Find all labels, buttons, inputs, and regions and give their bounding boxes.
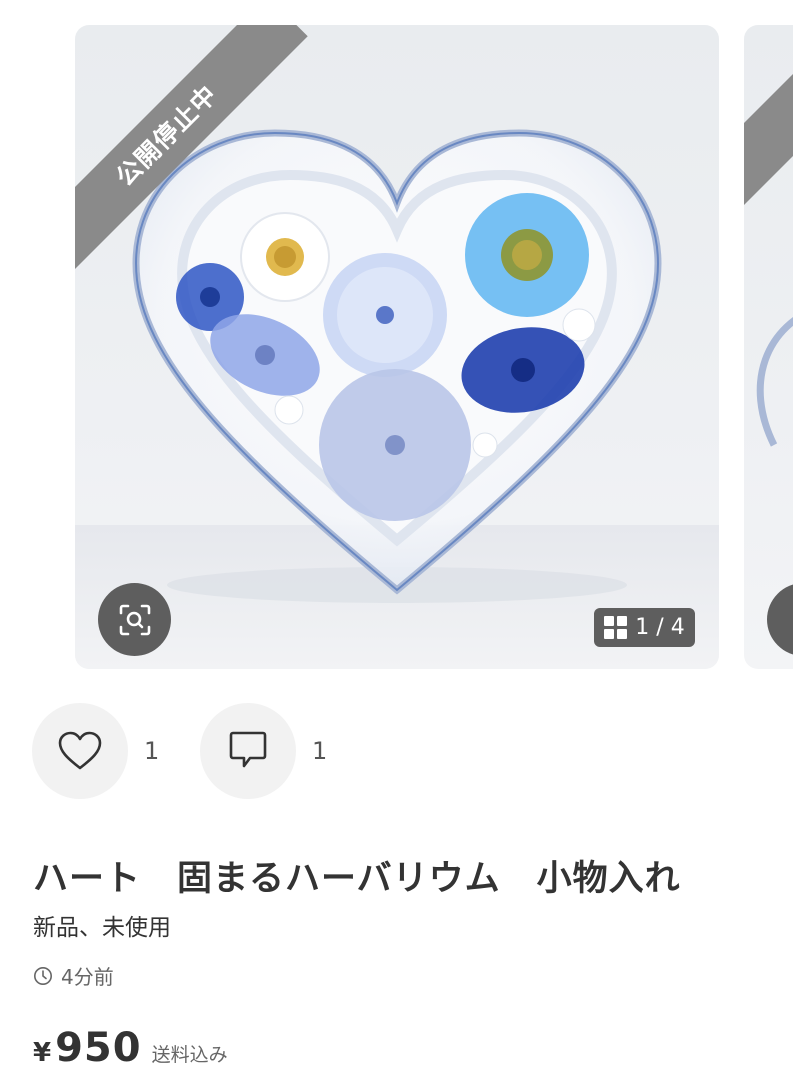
next-status-ribbon: [744, 25, 793, 285]
shipping-label: 送料込み: [151, 1044, 228, 1066]
next-status-ribbon-area: [744, 25, 793, 285]
status-ribbon: 公開停止中: [75, 25, 308, 277]
comment-button[interactable]: [200, 703, 296, 799]
grid-icon: [604, 616, 628, 639]
price-currency: ¥: [33, 1038, 52, 1068]
zoom-scan-icon: [119, 604, 150, 635]
comment-icon: [229, 731, 267, 768]
image-counter-text: 1 / 4: [635, 615, 685, 640]
zoom-button[interactable]: [98, 583, 171, 656]
image-counter[interactable]: 1 / 4: [594, 608, 695, 647]
like-count: 1: [144, 737, 160, 765]
product-photo-2[interactable]: [744, 25, 793, 669]
status-ribbon-area: 公開停止中: [75, 25, 335, 285]
comment-count: 1: [312, 737, 328, 765]
item-title: ハート 固まるハーバリウム 小物入れ: [33, 859, 681, 899]
like-button[interactable]: [32, 703, 128, 799]
image-carousel[interactable]: 公開停止中 1 / 4: [0, 0, 793, 680]
heart-icon: [58, 731, 102, 770]
clock-icon: [34, 966, 52, 985]
item-detail-page: 公開停止中 1 / 4 1 1 ハート 固まるハーバリウム 小物入れ 新品、未使…: [0, 0, 793, 1080]
posted-time: 4分前: [33, 961, 114, 990]
action-bar: 1 1: [32, 703, 352, 799]
price-amount: 950: [55, 1025, 142, 1071]
item-condition: 新品、未使用: [33, 915, 171, 941]
price: ¥ 950 送料込み: [33, 1025, 228, 1071]
posted-time-text: 4分前: [61, 965, 114, 989]
product-photo-1[interactable]: 公開停止中 1 / 4: [75, 25, 719, 669]
